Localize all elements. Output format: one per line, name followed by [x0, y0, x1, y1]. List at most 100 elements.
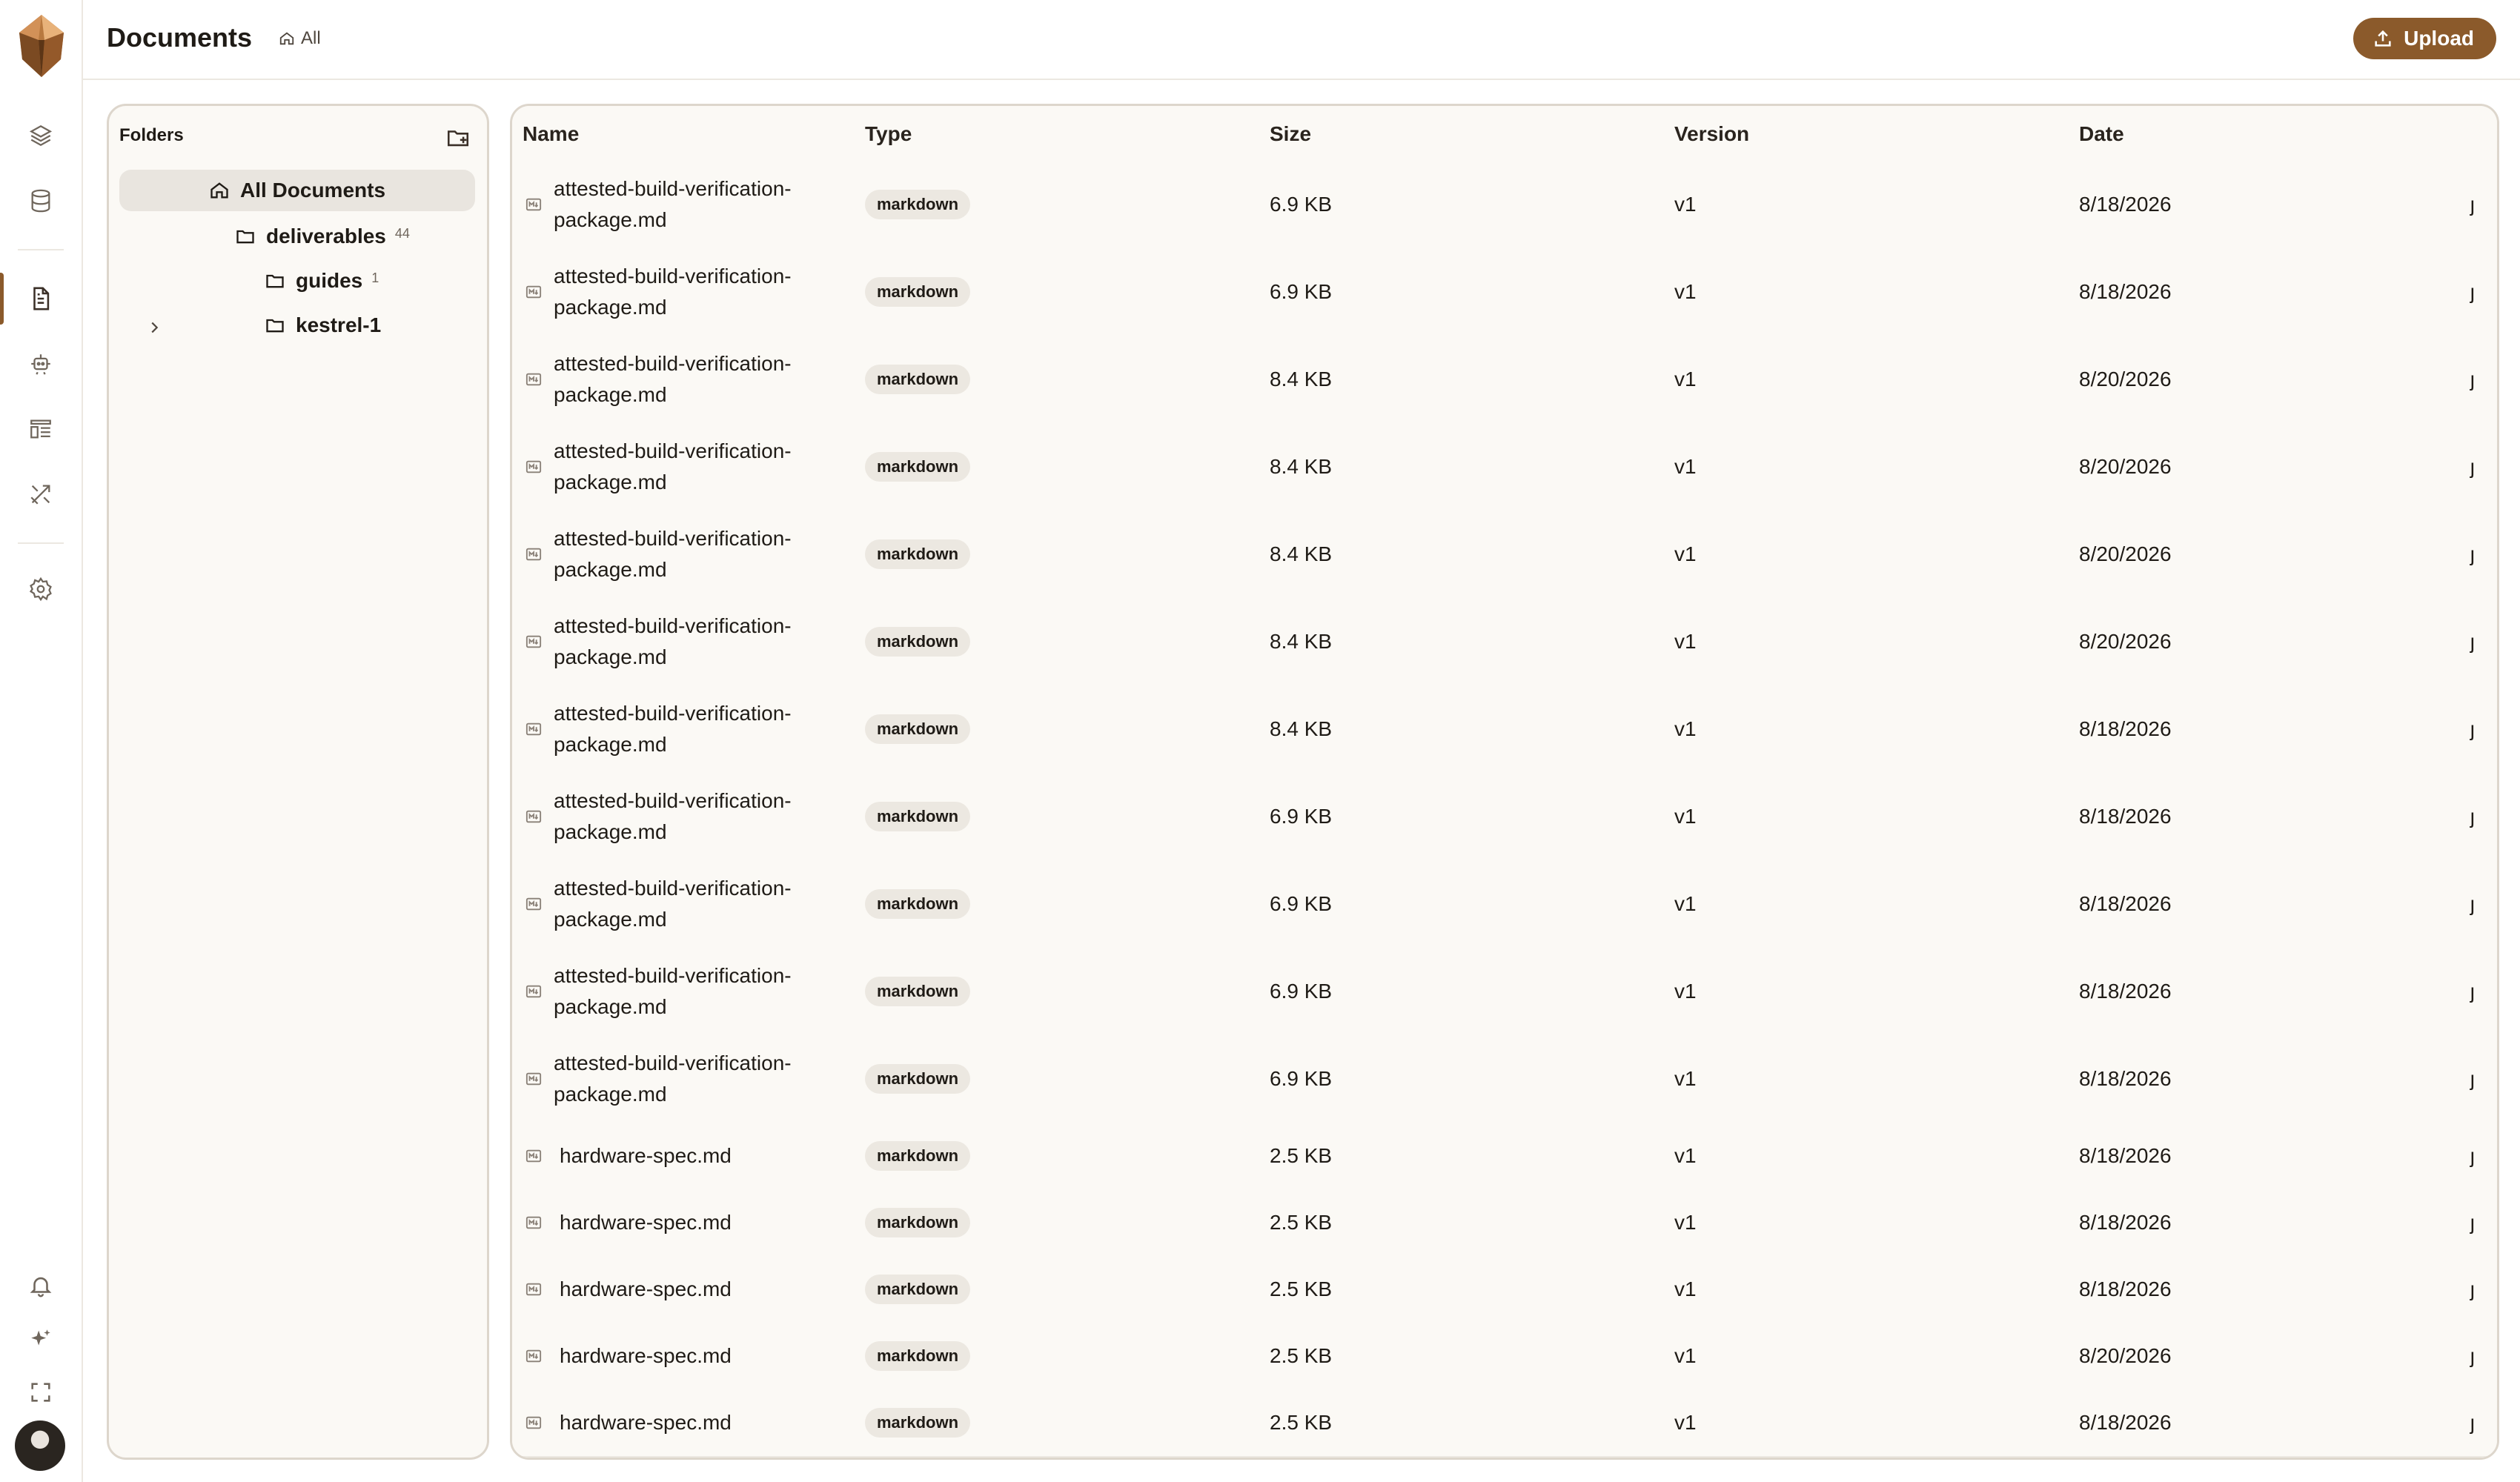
more-icon[interactable]: ȷ: [2470, 455, 2475, 479]
table-row[interactable]: attested-build-verification-package.md ma…: [512, 161, 2497, 250]
file-name-line: attested-build-verification-: [554, 527, 792, 550]
database-icon[interactable]: [21, 181, 61, 221]
file-name[interactable]: attested-build-verification-package.md: [554, 611, 792, 673]
file-name[interactable]: attested-build-verification-package.md: [554, 436, 792, 498]
more-icon[interactable]: ȷ: [2470, 1211, 2475, 1235]
file-name[interactable]: hardware-spec.md: [560, 1207, 732, 1238]
type-badge: markdown: [865, 802, 971, 831]
more-icon[interactable]: ȷ: [2470, 1344, 2475, 1368]
new-folder-icon[interactable]: [445, 125, 471, 150]
folder-all-documents[interactable]: All Documents: [119, 170, 475, 211]
folder-item-kestrel-1[interactable]: kestrel-1: [265, 313, 381, 337]
table-row[interactable]: attested-build-verification-package.md ma…: [512, 948, 2497, 1037]
more-icon[interactable]: ȷ: [2470, 630, 2475, 654]
file-name-line: package.md: [554, 820, 667, 843]
robot-icon[interactable]: [21, 344, 61, 384]
table-row[interactable]: attested-build-verification-package.md ma…: [512, 860, 2497, 949]
type-badge: markdown: [865, 1408, 971, 1438]
file-name-line: attested-build-verification-: [554, 877, 792, 900]
file-name-line: package.md: [554, 908, 667, 931]
document-icon[interactable]: [21, 279, 61, 319]
file-size: 8.4 KB: [1270, 455, 1333, 478]
file-name[interactable]: attested-build-verification-package.md: [554, 873, 792, 935]
tools-icon[interactable]: [21, 474, 61, 514]
file-name-line: package.md: [554, 645, 667, 668]
file-name[interactable]: attested-build-verification-package.md: [554, 523, 792, 585]
table-row[interactable]: hardware-spec.md markdown 2.5 KB v1 8/20/202…: [512, 1323, 2497, 1391]
file-name[interactable]: attested-build-verification-package.md: [554, 348, 792, 411]
table-row[interactable]: attested-build-verification-package.md ma…: [512, 773, 2497, 862]
folder-item-deliverables[interactable]: deliverables 44: [235, 225, 410, 248]
column-header-date[interactable]: Date: [2079, 122, 2124, 146]
file-date: 8/18/2026: [2079, 980, 2172, 1003]
column-header-size[interactable]: Size: [1270, 122, 1311, 146]
sparkles-icon[interactable]: [21, 1319, 61, 1359]
home-icon: [279, 32, 294, 45]
table-row[interactable]: attested-build-verification-package.md ma…: [512, 1035, 2497, 1124]
table-row[interactable]: hardware-spec.md markdown 2.5 KB v1 8/18/202…: [512, 1256, 2497, 1324]
more-icon[interactable]: ȷ: [2470, 1277, 2475, 1301]
more-icon[interactable]: ȷ: [2470, 1144, 2475, 1168]
more-icon[interactable]: ȷ: [2470, 980, 2475, 1003]
file-size: 2.5 KB: [1270, 1144, 1333, 1167]
more-icon[interactable]: ȷ: [2470, 280, 2475, 304]
table-row[interactable]: attested-build-verification-package.md ma…: [512, 511, 2497, 599]
table-row[interactable]: attested-build-verification-package.md ma…: [512, 423, 2497, 512]
file-name[interactable]: attested-build-verification-package.md: [554, 261, 792, 323]
table-row[interactable]: hardware-spec.md markdown 2.5 KB v1 8/18/202…: [512, 1189, 2497, 1257]
column-header-type[interactable]: Type: [865, 122, 912, 146]
avatar[interactable]: [15, 1420, 65, 1471]
table-row[interactable]: attested-build-verification-package.md ma…: [512, 248, 2497, 337]
layout-list-icon[interactable]: [21, 409, 61, 449]
file-name-line: attested-build-verification-: [554, 964, 792, 987]
file-date: 8/18/2026: [2079, 717, 2172, 740]
file-version: v1: [1674, 1144, 1697, 1167]
fullscreen-icon[interactable]: [21, 1372, 61, 1412]
file-date: 8/18/2026: [2079, 280, 2172, 303]
file-date: 8/20/2026: [2079, 455, 2172, 478]
app-logo[interactable]: [15, 13, 68, 79]
file-name[interactable]: attested-build-verification-package.md: [554, 173, 792, 236]
markdown-file-icon: [525, 284, 542, 300]
more-icon[interactable]: ȷ: [2470, 892, 2475, 916]
upload-button[interactable]: Upload: [2353, 18, 2496, 59]
upload-icon: [2375, 30, 2391, 47]
settings-icon[interactable]: [21, 569, 61, 609]
table-header: Name Type Size Version Date: [512, 106, 2497, 162]
bell-icon[interactable]: [21, 1266, 61, 1306]
column-header-version[interactable]: Version: [1674, 122, 1749, 146]
more-icon[interactable]: ȷ: [2470, 368, 2475, 391]
file-date: 8/20/2026: [2079, 368, 2172, 391]
column-header-name[interactable]: Name: [523, 122, 579, 146]
file-size: 8.4 KB: [1270, 542, 1333, 565]
table-row[interactable]: attested-build-verification-package.md ma…: [512, 336, 2497, 425]
more-icon[interactable]: ȷ: [2470, 1411, 2475, 1435]
file-name[interactable]: hardware-spec.md: [560, 1274, 732, 1305]
file-name[interactable]: hardware-spec.md: [560, 1407, 732, 1438]
file-name[interactable]: attested-build-verification-package.md: [554, 1048, 792, 1110]
file-name[interactable]: attested-build-verification-package.md: [554, 960, 792, 1023]
breadcrumb[interactable]: All: [279, 28, 321, 49]
more-icon[interactable]: ȷ: [2470, 1067, 2475, 1091]
folder-item-guides[interactable]: guides 1: [265, 269, 379, 293]
table-row[interactable]: hardware-spec.md markdown 2.5 KB v1 8/18/202…: [512, 1123, 2497, 1191]
table-row[interactable]: hardware-spec.md markdown 2.5 KB v1 8/18/202…: [512, 1389, 2497, 1458]
layers-icon[interactable]: [21, 116, 61, 156]
markdown-file-icon: [525, 808, 542, 825]
file-version: v1: [1674, 630, 1697, 653]
file-name[interactable]: attested-build-verification-package.md: [554, 785, 792, 848]
more-icon[interactable]: ȷ: [2470, 717, 2475, 741]
more-icon[interactable]: ȷ: [2470, 542, 2475, 566]
file-name[interactable]: attested-build-verification-package.md: [554, 698, 792, 760]
markdown-file-icon: [525, 1415, 542, 1431]
more-icon[interactable]: ȷ: [2470, 193, 2475, 216]
folder-icon: [236, 230, 254, 244]
chevron-right-icon[interactable]: [146, 319, 162, 336]
table-row[interactable]: attested-build-verification-package.md ma…: [512, 598, 2497, 687]
table-row[interactable]: attested-build-verification-package.md ma…: [512, 685, 2497, 774]
more-icon[interactable]: ȷ: [2470, 805, 2475, 828]
file-name[interactable]: hardware-spec.md: [560, 1140, 732, 1172]
file-name[interactable]: hardware-spec.md: [560, 1340, 732, 1372]
file-version: v1: [1674, 1067, 1697, 1090]
folder-label: kestrel-1: [296, 313, 382, 336]
